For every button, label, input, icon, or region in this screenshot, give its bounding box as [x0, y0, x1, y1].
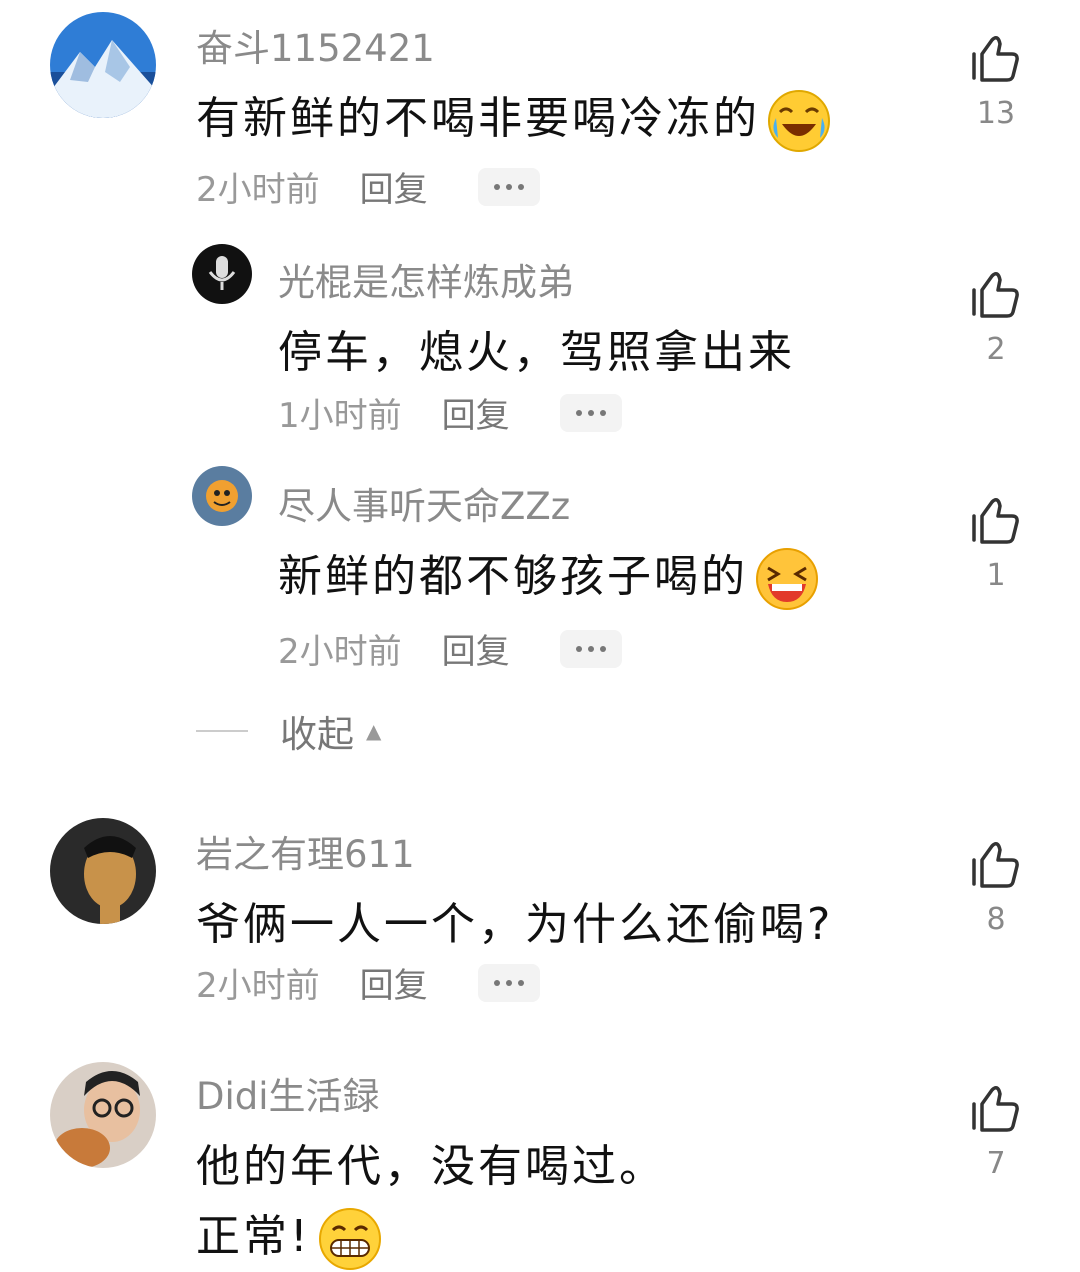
username[interactable]: 岩之有理611: [196, 824, 415, 878]
like-button[interactable]: 13: [964, 30, 1028, 131]
avatar[interactable]: [50, 818, 156, 924]
like-button[interactable]: 1: [964, 492, 1028, 593]
timestamp: 2小时前: [196, 170, 320, 210]
thumbs-up-icon: [972, 1086, 1019, 1132]
like-button[interactable]: 2: [964, 266, 1028, 367]
comment-text: 新鲜的都不够孩子喝的: [278, 540, 820, 612]
microphone-avatar-icon: [192, 244, 252, 304]
comment-text-body: 有新鲜的不喝非要喝冷冻的: [196, 93, 760, 144]
thumbs-up-icon: [972, 272, 1019, 318]
portrait-avatar-icon: [50, 818, 156, 924]
reply-button[interactable]: 回复: [360, 958, 428, 1007]
comment-meta: 2小时前 回复: [196, 958, 540, 1007]
avatar[interactable]: [192, 466, 252, 526]
grinning-squint-emoji-icon: [754, 546, 820, 612]
comment-text: 有新鲜的不喝非要喝冷冻的: [196, 82, 832, 154]
timestamp: 2小时前: [196, 966, 320, 1006]
more-options-button[interactable]: [559, 393, 622, 432]
mountain-avatar-icon: [50, 12, 156, 118]
more-options-button[interactable]: [559, 629, 622, 668]
username[interactable]: Didi生活録: [196, 1066, 380, 1120]
like-count: 2: [986, 332, 1006, 367]
cartoon-avatar-icon: [192, 466, 252, 526]
collapse-replies-button[interactable]: 收起 ▲: [196, 704, 381, 758]
divider: [196, 730, 248, 732]
timestamp: 1小时前: [278, 396, 402, 436]
like-count: 8: [986, 902, 1006, 937]
avatar[interactable]: [50, 12, 156, 118]
like-count: 13: [976, 96, 1016, 131]
thumbs-up-icon: [972, 498, 1019, 544]
reply-button[interactable]: 回复: [360, 162, 428, 211]
comment-text-line2: 正常!: [196, 1200, 383, 1272]
collapse-label: 收起: [280, 713, 354, 756]
like-count: 1: [986, 558, 1006, 593]
comment-text: 他的年代，没有喝过。: [196, 1141, 666, 1192]
comment-meta: 2小时前 回复: [196, 162, 540, 211]
reply-button[interactable]: 回复: [442, 624, 510, 673]
reply-button[interactable]: 回复: [442, 388, 510, 437]
selfie-avatar-icon: [50, 1062, 156, 1168]
comment-meta: 2小时前 回复: [278, 624, 622, 673]
laughing-crying-emoji-icon: [766, 88, 832, 154]
username[interactable]: 光棍是怎样炼成弟: [278, 252, 574, 306]
avatar[interactable]: [50, 1062, 156, 1168]
triangle-up-icon: ▲: [366, 719, 382, 743]
like-button[interactable]: 8: [964, 836, 1028, 937]
comment-text: 停车，熄火，驾照拿出来: [278, 327, 795, 378]
more-options-button[interactable]: [477, 167, 540, 206]
username[interactable]: 尽人事听天命ZZz: [278, 476, 570, 530]
comment-text-body: 正常!: [196, 1211, 311, 1262]
thumbs-up-icon: [972, 842, 1019, 888]
comment-meta: 1小时前 回复: [278, 388, 622, 437]
like-button[interactable]: 7: [964, 1080, 1028, 1181]
more-options-button[interactable]: [477, 963, 540, 1002]
comment-text: 爷俩一人一个，为什么还偷喝?: [196, 899, 834, 950]
avatar[interactable]: [192, 244, 252, 304]
timestamp: 2小时前: [278, 632, 402, 672]
comment-text-body: 新鲜的都不够孩子喝的: [278, 551, 748, 602]
like-count: 7: [986, 1146, 1006, 1181]
grinning-emoji-icon: [317, 1206, 383, 1272]
thumbs-up-icon: [972, 36, 1019, 82]
username[interactable]: 奋斗1152421: [196, 18, 435, 72]
